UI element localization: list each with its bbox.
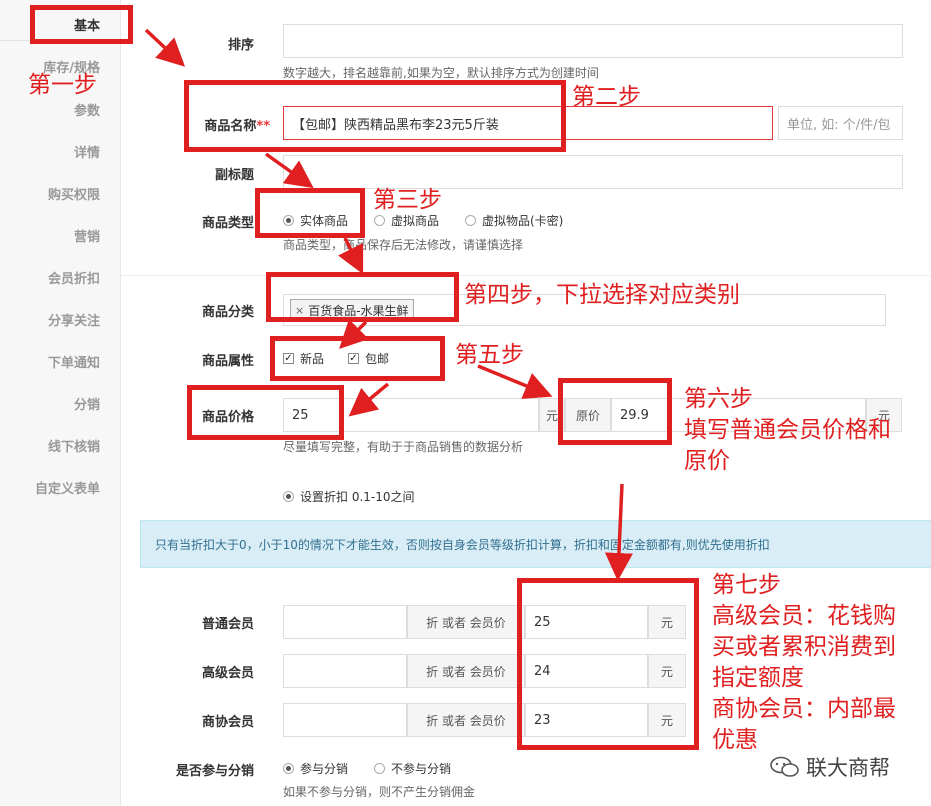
annotation-arrows — [144, 28, 633, 581]
arrow-step2-to-step3 — [264, 152, 314, 189]
arrow-step6-to-step7 — [604, 483, 633, 581]
arrow-step4-to-step5 — [339, 319, 369, 349]
wechat-icon — [770, 756, 799, 777]
arrow-step1-to-step2 — [144, 28, 186, 67]
arrow-step3-to-step4 — [338, 237, 364, 275]
watermark: 联大商帮 — [770, 752, 890, 782]
arrow-step5-to-price — [348, 382, 390, 417]
arrow-step5-to-original — [477, 364, 553, 399]
